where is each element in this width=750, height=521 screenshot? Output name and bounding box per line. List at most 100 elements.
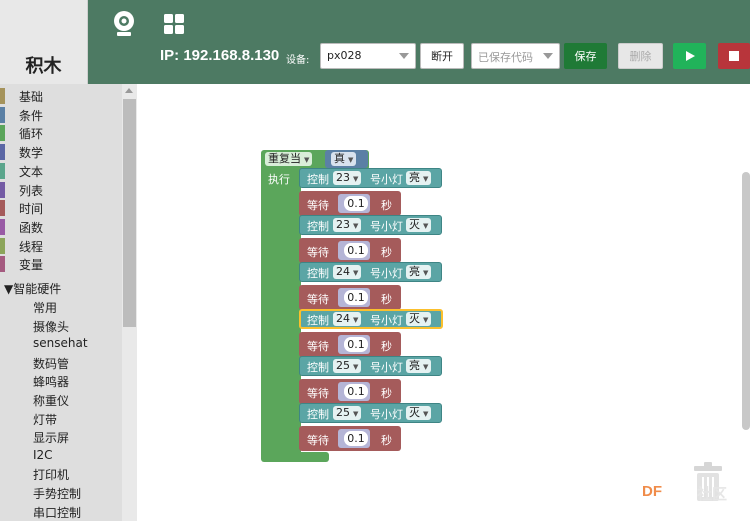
saved-code-placeholder: 已保存代码 (478, 51, 533, 64)
hardware-category-header[interactable]: ▼智能硬件 (4, 280, 61, 297)
hardware-subcategory[interactable]: 灯带 (33, 411, 57, 428)
wait-label: 等待 (307, 387, 329, 400)
condition-dropdown[interactable]: 真 ▼ (331, 152, 357, 166)
chevron-down-icon: ▼ (348, 156, 354, 164)
led-state-dropdown[interactable]: 亮 ▼ (406, 171, 432, 185)
run-button[interactable] (673, 43, 706, 69)
hardware-subcategory[interactable]: 蜂鸣器 (33, 373, 69, 390)
wait-unit-label: 秒 (381, 387, 392, 400)
wait-label: 等待 (307, 246, 329, 259)
category-color-swatch (0, 256, 5, 273)
led-state-dropdown[interactable]: 亮 ▼ (406, 265, 432, 279)
chevron-down-icon (543, 53, 553, 59)
chevron-down-icon: ▼ (353, 363, 359, 371)
toolbox-category[interactable]: 基础 (0, 87, 120, 105)
led-name-label: 号小灯 (370, 314, 403, 327)
pin-dropdown[interactable]: 24 ▼ (333, 265, 362, 279)
chevron-down-icon: ▼ (304, 156, 310, 164)
category-label: 条件 (19, 108, 44, 123)
wait-value-input[interactable]: 0.1 (344, 243, 368, 258)
wait-value-input[interactable]: 0.1 (344, 384, 368, 399)
toolbox-category[interactable]: 文本 (0, 162, 120, 180)
pin-dropdown[interactable]: 25 ▼ (333, 406, 362, 420)
loop-do-label: 执行 (268, 173, 290, 186)
wait-label: 等待 (307, 199, 329, 212)
wait-label: 等待 (307, 293, 329, 306)
chevron-down-icon: ▼ (353, 269, 359, 277)
wait-unit-label: 秒 (381, 340, 392, 353)
led-state-dropdown[interactable]: 亮 ▼ (406, 359, 432, 373)
toolbox-category[interactable]: 函数 (0, 218, 120, 236)
led-name-label: 号小灯 (370, 220, 403, 233)
toolbox-category[interactable]: 时间 (0, 199, 120, 217)
chevron-down-icon: ▼ (423, 316, 429, 324)
toolbox-category[interactable]: 变量 (0, 255, 120, 273)
wait-label: 等待 (307, 340, 329, 353)
loop-mode-dropdown[interactable]: 重复当 ▼ (265, 152, 313, 166)
category-label: 文本 (19, 164, 44, 179)
hardware-subcategory[interactable]: 手势控制 (33, 485, 81, 502)
pin-dropdown[interactable]: 24 ▼ (333, 312, 362, 326)
led-state-value: 亮 (409, 171, 420, 184)
wait-value-input[interactable]: 0.1 (344, 290, 368, 305)
toolbox-category[interactable]: 循环 (0, 124, 120, 142)
delete-button[interactable]: 删除 (618, 43, 663, 69)
toolbox-category[interactable]: 列表 (0, 181, 120, 199)
toolbox-category[interactable]: 线程 (0, 237, 120, 255)
block-workspace[interactable] (137, 84, 750, 521)
workspace-scrollbar[interactable] (742, 172, 750, 430)
wait-label: 等待 (307, 434, 329, 447)
wait-unit-label: 秒 (381, 246, 392, 259)
hardware-subcategory[interactable]: I2C (33, 448, 53, 462)
hardware-subcategory[interactable]: 串口控制 (33, 504, 81, 521)
grid-icon[interactable] (160, 10, 188, 38)
webcam-icon[interactable] (110, 10, 138, 38)
wait-value-input[interactable]: 0.1 (344, 196, 368, 211)
pin-dropdown[interactable]: 23 ▼ (333, 218, 362, 232)
pin-value: 23 (336, 171, 350, 184)
device-label: 设备: (286, 55, 310, 66)
toolbox-category[interactable]: 条件 (0, 106, 120, 124)
stop-button[interactable] (718, 43, 750, 69)
scroll-up-arrow-icon[interactable] (125, 88, 133, 93)
led-state-dropdown[interactable]: 灭 ▼ (406, 312, 432, 326)
wait-value-input[interactable]: 0.1 (344, 337, 368, 352)
toolbox-category[interactable]: 数学 (0, 143, 120, 161)
led-state-value: 亮 (409, 359, 420, 372)
chevron-down-icon: ▼ (353, 316, 359, 324)
hardware-subcategory[interactable]: 数码管 (33, 355, 69, 372)
led-name-label: 号小灯 (370, 267, 403, 280)
pin-dropdown[interactable]: 23 ▼ (333, 171, 362, 185)
wait-value-input[interactable]: 0.1 (344, 431, 368, 446)
category-label: 变量 (19, 258, 44, 273)
hardware-subcategory[interactable]: 显示屏 (33, 429, 69, 446)
category-color-swatch (0, 181, 5, 198)
toolbox-scrollbar[interactable] (122, 84, 137, 521)
condition-value: 真 (334, 152, 345, 165)
hardware-subcategory[interactable]: 称重仪 (33, 392, 69, 409)
device-select[interactable]: px028 (320, 43, 416, 69)
while-loop-block[interactable] (261, 150, 301, 462)
led-state-dropdown[interactable]: 灭 ▼ (406, 218, 432, 232)
pin-value: 25 (336, 406, 350, 419)
block-toolbox: 基础条件 循环 数学文本列表 时间 函数 线程变量 ▼智能硬件 常用摄像头 sensehat… (0, 84, 137, 521)
app-logo: 积木 (0, 0, 88, 84)
hardware-subcategory[interactable]: 摄像头 (33, 318, 69, 335)
led-state-dropdown[interactable]: 灭 ▼ (406, 406, 432, 420)
chevron-down-icon: ▼ (353, 175, 359, 183)
led-state-value: 灭 (409, 312, 420, 325)
hardware-subcategory[interactable]: 常用 (33, 299, 57, 316)
disconnect-button[interactable]: 断开 (420, 43, 464, 69)
chevron-down-icon: ▼ (353, 410, 359, 418)
save-button[interactable]: 保存 (564, 43, 607, 69)
ip-address: IP: 192.168.8.130 (160, 47, 280, 64)
scrollbar-thumb[interactable] (123, 99, 136, 327)
pin-dropdown[interactable]: 25 ▼ (333, 359, 362, 373)
saved-code-select[interactable]: 已保存代码 (471, 43, 560, 69)
while-loop-footer[interactable] (261, 452, 329, 462)
hardware-subcategory[interactable]: sensehat (33, 336, 88, 350)
category-color-swatch (0, 237, 5, 254)
hardware-subcategory[interactable]: 打印机 (33, 466, 69, 483)
led-name-label: 号小灯 (370, 173, 403, 186)
category-label: 基础 (19, 90, 44, 104)
